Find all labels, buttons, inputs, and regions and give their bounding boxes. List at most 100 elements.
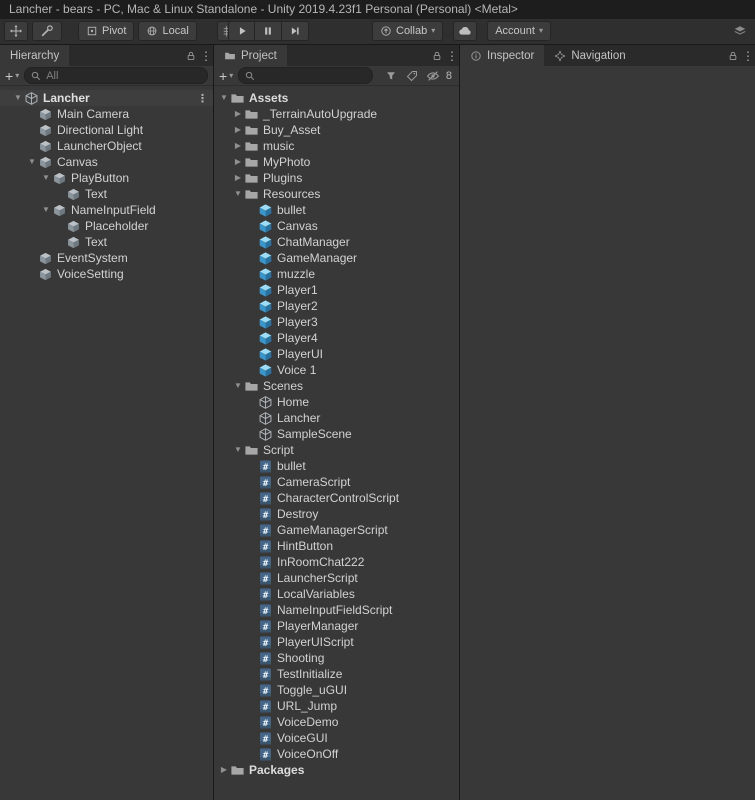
project-item[interactable]: GameManager — [214, 250, 459, 266]
project-item[interactable]: ▶ music — [214, 138, 459, 154]
project-item[interactable]: ▶ Packages — [214, 762, 459, 778]
hierarchy-search-input[interactable]: All — [24, 67, 208, 84]
play-button[interactable] — [228, 21, 255, 41]
project-item[interactable]: # PlayerUIScript — [214, 634, 459, 650]
project-item[interactable]: SampleScene — [214, 426, 459, 442]
project-item[interactable]: ▼ Script — [214, 442, 459, 458]
hierarchy-item[interactable]: Text — [0, 234, 213, 250]
panel-menu-icon[interactable]: ⋮ — [741, 45, 755, 66]
project-item[interactable]: ▼ Assets — [214, 90, 459, 106]
project-search-input[interactable] — [238, 67, 374, 84]
project-item[interactable]: Home — [214, 394, 459, 410]
project-item[interactable]: # NameInputFieldScript — [214, 602, 459, 618]
create-add-button[interactable]: + ▾ — [5, 69, 19, 83]
project-item[interactable]: # LauncherScript — [214, 570, 459, 586]
search-by-type-icon[interactable] — [383, 65, 399, 86]
panel-menu-icon[interactable]: ⋮ — [199, 45, 213, 66]
expand-arrow-icon[interactable]: ▶ — [232, 170, 244, 186]
project-item[interactable]: # Destroy — [214, 506, 459, 522]
hierarchy-item[interactable]: ▼ NameInputField — [0, 202, 213, 218]
hierarchy-item[interactable]: EventSystem — [0, 250, 213, 266]
hidden-packages-icon[interactable] — [425, 65, 441, 86]
expand-arrow-icon[interactable]: ▶ — [232, 154, 244, 170]
project-item[interactable]: Player2 — [214, 298, 459, 314]
project-item[interactable]: # TestInitialize — [214, 666, 459, 682]
project-item[interactable]: # HintButton — [214, 538, 459, 554]
project-item[interactable]: PlayerUI — [214, 346, 459, 362]
tab-navigation[interactable]: Navigation — [544, 45, 635, 66]
project-item[interactable]: # VoiceGUI — [214, 730, 459, 746]
project-item[interactable]: # GameManagerScript — [214, 522, 459, 538]
collapse-arrow-icon[interactable]: ▼ — [232, 186, 244, 202]
expand-arrow-icon[interactable]: ▶ — [232, 138, 244, 154]
hierarchy-item[interactable]: Text — [0, 186, 213, 202]
hierarchy-item[interactable]: ▼ Lancher ⋮ — [0, 90, 213, 106]
project-item[interactable]: # Shooting — [214, 650, 459, 666]
project-item[interactable]: Voice 1 — [214, 362, 459, 378]
hierarchy-item[interactable]: VoiceSetting — [0, 266, 213, 282]
collab-button[interactable]: Collab ▾ — [372, 21, 444, 41]
project-item[interactable]: Player1 — [214, 282, 459, 298]
project-item[interactable]: ▶ Buy_Asset — [214, 122, 459, 138]
hierarchy-item[interactable]: ▼ PlayButton — [0, 170, 213, 186]
expand-arrow-icon[interactable]: ▶ — [232, 106, 244, 122]
search-by-label-icon[interactable] — [404, 65, 420, 86]
project-item[interactable]: muzzle — [214, 266, 459, 282]
project-item[interactable]: ▶ Plugins — [214, 170, 459, 186]
lock-icon[interactable] — [428, 45, 445, 66]
hierarchy-item[interactable]: Placeholder — [0, 218, 213, 234]
collapse-arrow-icon[interactable]: ▼ — [26, 154, 38, 170]
pause-button[interactable] — [255, 21, 282, 41]
collapse-arrow-icon[interactable]: ▼ — [40, 170, 52, 186]
scene-options-menu-icon[interactable]: ⋮ — [197, 90, 208, 106]
account-button[interactable]: Account ▾ — [487, 21, 551, 41]
hierarchy-item[interactable]: Directional Light — [0, 122, 213, 138]
cloud-services-button[interactable] — [453, 21, 478, 41]
project-item[interactable]: Lancher — [214, 410, 459, 426]
project-item[interactable]: Player4 — [214, 330, 459, 346]
collapse-arrow-icon[interactable]: ▼ — [218, 90, 230, 106]
collapse-arrow-icon[interactable]: ▼ — [232, 378, 244, 394]
hierarchy-item[interactable]: Main Camera — [0, 106, 213, 122]
project-item[interactable]: ▶ MyPhoto — [214, 154, 459, 170]
expand-arrow-icon[interactable]: ▶ — [218, 762, 230, 778]
folder-icon — [230, 91, 245, 106]
project-item[interactable]: # VoiceOnOff — [214, 746, 459, 762]
project-item[interactable]: Player3 — [214, 314, 459, 330]
project-item[interactable]: bullet — [214, 202, 459, 218]
create-add-button[interactable]: + ▾ — [219, 69, 233, 83]
project-item[interactable]: ▶ _TerrainAutoUpgrade — [214, 106, 459, 122]
tab-inspector[interactable]: Inspector — [460, 45, 545, 66]
tab-hierarchy[interactable]: Hierarchy — [0, 45, 70, 66]
project-item[interactable]: # CharacterControlScript — [214, 490, 459, 506]
collapse-arrow-icon[interactable]: ▼ — [232, 442, 244, 458]
project-item[interactable]: Canvas — [214, 218, 459, 234]
expand-arrow-icon[interactable]: ▶ — [232, 122, 244, 138]
move-tool-button[interactable] — [4, 21, 28, 41]
collapse-arrow-icon[interactable]: ▼ — [40, 202, 52, 218]
project-item[interactable]: ▼ Scenes — [214, 378, 459, 394]
project-item[interactable]: # CameraScript — [214, 474, 459, 490]
custom-tools-button[interactable] — [32, 21, 62, 41]
project-item[interactable]: # bullet — [214, 458, 459, 474]
layers-button[interactable] — [728, 21, 752, 41]
step-button[interactable] — [282, 21, 309, 41]
project-item[interactable]: # URL_Jump — [214, 698, 459, 714]
hierarchy-item[interactable]: LauncherObject — [0, 138, 213, 154]
project-item[interactable]: ChatManager — [214, 234, 459, 250]
project-item[interactable]: # VoiceDemo — [214, 714, 459, 730]
project-item[interactable]: # Toggle_uGUI — [214, 682, 459, 698]
project-item[interactable]: # LocalVariables — [214, 586, 459, 602]
lock-icon[interactable] — [182, 45, 199, 66]
project-panel: Project ⋮ + ▾ 8 ▼ Assets ▶ _TerrainAutoUpgra… — [214, 45, 460, 800]
panel-menu-icon[interactable]: ⋮ — [445, 45, 459, 66]
project-item[interactable]: # InRoomChat222 — [214, 554, 459, 570]
local-toggle-button[interactable]: Local — [138, 21, 197, 41]
collapse-arrow-icon[interactable]: ▼ — [12, 90, 24, 106]
project-item[interactable]: # PlayerManager — [214, 618, 459, 634]
project-item[interactable]: ▼ Resources — [214, 186, 459, 202]
tab-project[interactable]: Project — [214, 45, 287, 66]
lock-icon[interactable] — [724, 45, 741, 66]
hierarchy-item[interactable]: ▼ Canvas — [0, 154, 213, 170]
pivot-toggle-button[interactable]: Pivot — [78, 21, 135, 41]
